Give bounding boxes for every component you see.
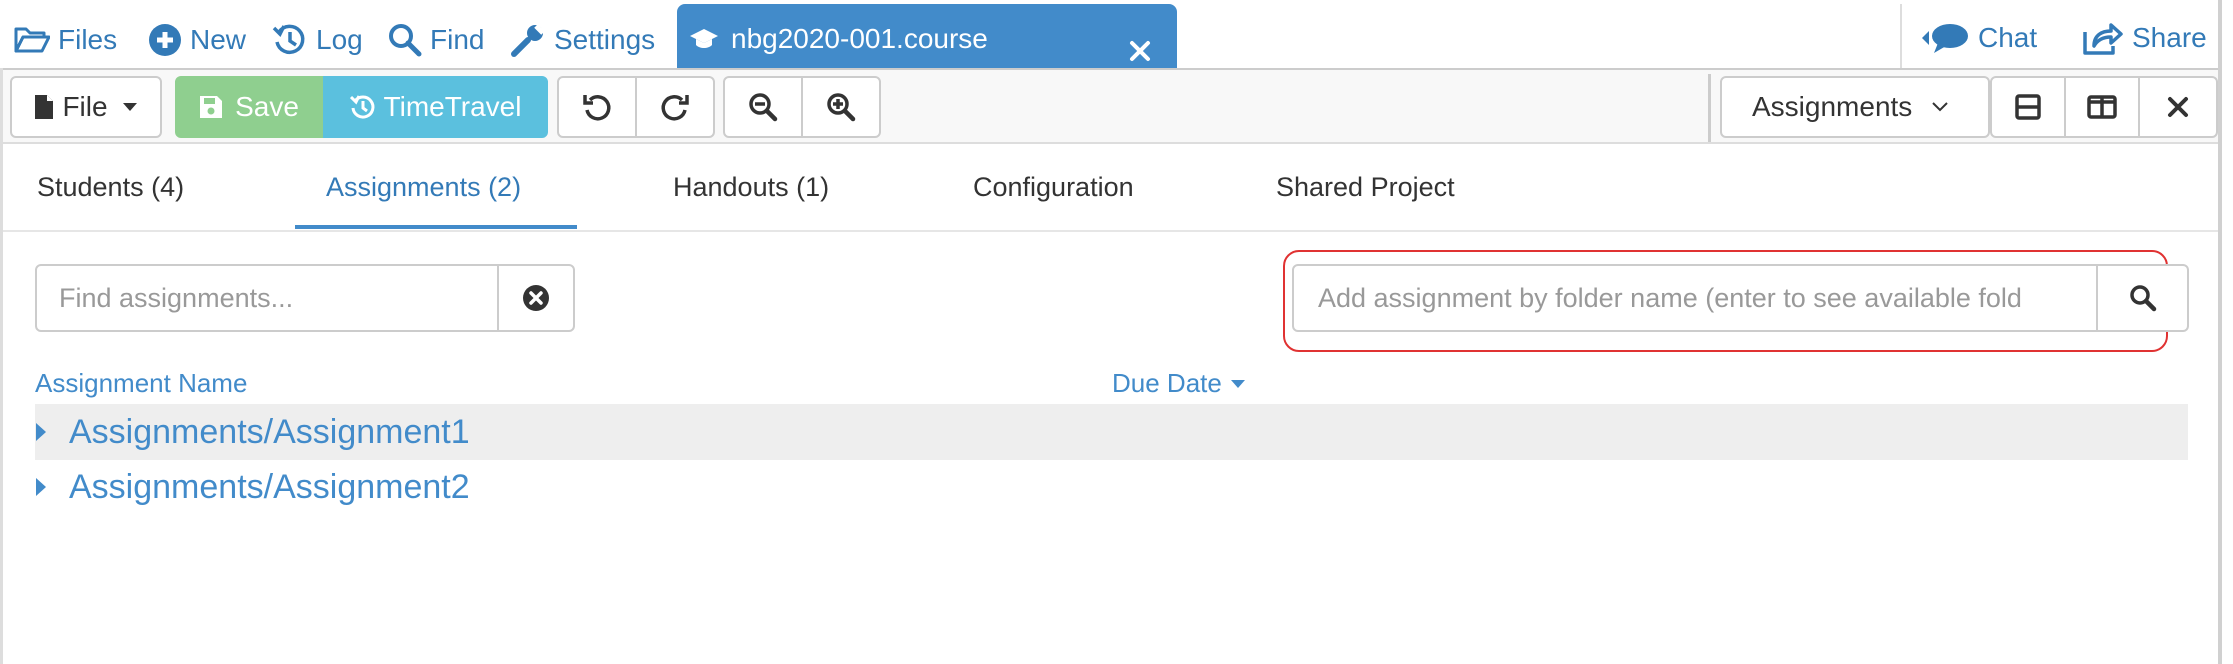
find-label: Find — [430, 24, 485, 55]
frame-border-left — [0, 68, 3, 664]
tab-configuration[interactable]: Configuration — [973, 172, 1134, 203]
frame-border-right — [2218, 0, 2222, 664]
view-select-dropdown[interactable]: Assignments — [1720, 76, 1990, 138]
new-link[interactable]: New — [148, 18, 246, 62]
column-header-due-date[interactable]: Due Date — [1112, 368, 1246, 399]
expand-caret-icon[interactable] — [35, 422, 69, 442]
timetravel-button[interactable]: TimeTravel — [323, 76, 548, 138]
split-horizontal-button[interactable] — [1990, 76, 2066, 138]
wrench-icon — [511, 24, 545, 57]
zoom-in-icon — [827, 93, 856, 122]
save-icon — [200, 96, 223, 118]
history-icon — [349, 95, 374, 119]
log-link[interactable]: Log — [272, 18, 363, 62]
timetravel-label: TimeTravel — [383, 91, 522, 122]
close-frame-button[interactable] — [2138, 76, 2218, 138]
zoom-out-icon — [749, 93, 778, 122]
tab-students[interactable]: Students (4) — [37, 172, 184, 203]
log-label: Log — [316, 24, 363, 55]
view-select-value: Assignments — [1752, 91, 1913, 122]
tab-handouts[interactable]: Handouts (1) — [673, 172, 829, 203]
add-assignment-input[interactable] — [1292, 264, 2098, 332]
tab-assignments[interactable]: Assignments (2) — [326, 172, 521, 203]
chevron-down-icon — [1932, 102, 1949, 112]
toolbar-divider — [1708, 74, 1711, 142]
settings-link[interactable]: Settings — [510, 18, 655, 62]
undo-icon — [583, 95, 611, 121]
share-icon — [2083, 23, 2123, 55]
files-label: Files — [58, 24, 118, 55]
share-label: Share — [2132, 22, 2207, 53]
close-icon — [2168, 97, 2188, 117]
redo-icon — [661, 95, 689, 121]
assignment-name[interactable]: Assignments/Assignment2 — [69, 468, 470, 507]
times-circle-icon — [523, 285, 549, 311]
find-assignments-input[interactable] — [37, 266, 497, 330]
split-horizontal-icon — [2015, 94, 2041, 120]
clear-search-button[interactable] — [497, 266, 573, 330]
chat-label: Chat — [1978, 22, 2038, 53]
search-icon — [389, 24, 422, 57]
column-header-name-label: Assignment Name — [35, 368, 248, 398]
column-header-name[interactable]: Assignment Name — [35, 368, 247, 399]
course-tabs: Students (4) Assignments (2) Handouts (1… — [0, 144, 2220, 232]
find-link[interactable]: Find — [388, 18, 484, 62]
split-vertical-button[interactable] — [2064, 76, 2140, 138]
top-navigation: Files New Log Find Settings nbg2020-001.… — [0, 0, 2233, 68]
assignment-row[interactable]: Assignments/Assignment2 — [35, 459, 2188, 515]
split-vertical-icon — [2087, 95, 2117, 119]
file-icon — [35, 95, 54, 119]
add-assignment-group — [1292, 264, 2189, 332]
zoom-in-button[interactable] — [801, 76, 881, 138]
expand-caret-icon[interactable] — [35, 477, 69, 497]
assignment-name[interactable]: Assignments/Assignment1 — [69, 413, 470, 452]
settings-label: Settings — [554, 24, 656, 55]
editor-toolbar: File Save TimeTravel Assignments — [0, 68, 2220, 144]
undo-button[interactable] — [557, 76, 637, 138]
plus-circle-icon — [149, 24, 181, 56]
graduation-cap-icon — [690, 29, 718, 48]
save-button[interactable]: Save — [175, 76, 323, 138]
file-menu-label: File — [62, 91, 108, 122]
history-icon — [272, 24, 305, 55]
find-assignments-group — [35, 264, 575, 332]
files-link[interactable]: Files — [14, 18, 117, 62]
redo-button[interactable] — [635, 76, 715, 138]
zoom-out-button[interactable] — [723, 76, 803, 138]
assignment-row[interactable]: Assignments/Assignment1 — [35, 404, 2188, 460]
tab-shared-project[interactable]: Shared Project — [1276, 172, 1455, 203]
save-label: Save — [235, 91, 299, 122]
folder-open-icon — [14, 27, 50, 53]
add-assignment-search-button[interactable] — [2098, 264, 2189, 332]
chat-icon — [1922, 24, 1968, 53]
file-tab-active[interactable]: nbg2020-001.course — [677, 4, 1177, 68]
new-label: New — [190, 24, 247, 55]
nav-divider — [1900, 4, 1902, 68]
active-tab-indicator — [295, 225, 577, 229]
chat-link[interactable]: Chat — [1920, 16, 2037, 60]
search-icon — [2129, 285, 2156, 312]
file-tab-title: nbg2020-001.course — [731, 23, 988, 54]
sort-caret-down-icon — [1230, 379, 1245, 388]
share-link[interactable]: Share — [2082, 16, 2207, 60]
column-header-due-date-label: Due Date — [1112, 368, 1222, 398]
file-menu-button[interactable]: File — [10, 76, 162, 138]
close-tab-icon[interactable] — [1127, 38, 1153, 64]
caret-down-icon — [122, 103, 137, 111]
